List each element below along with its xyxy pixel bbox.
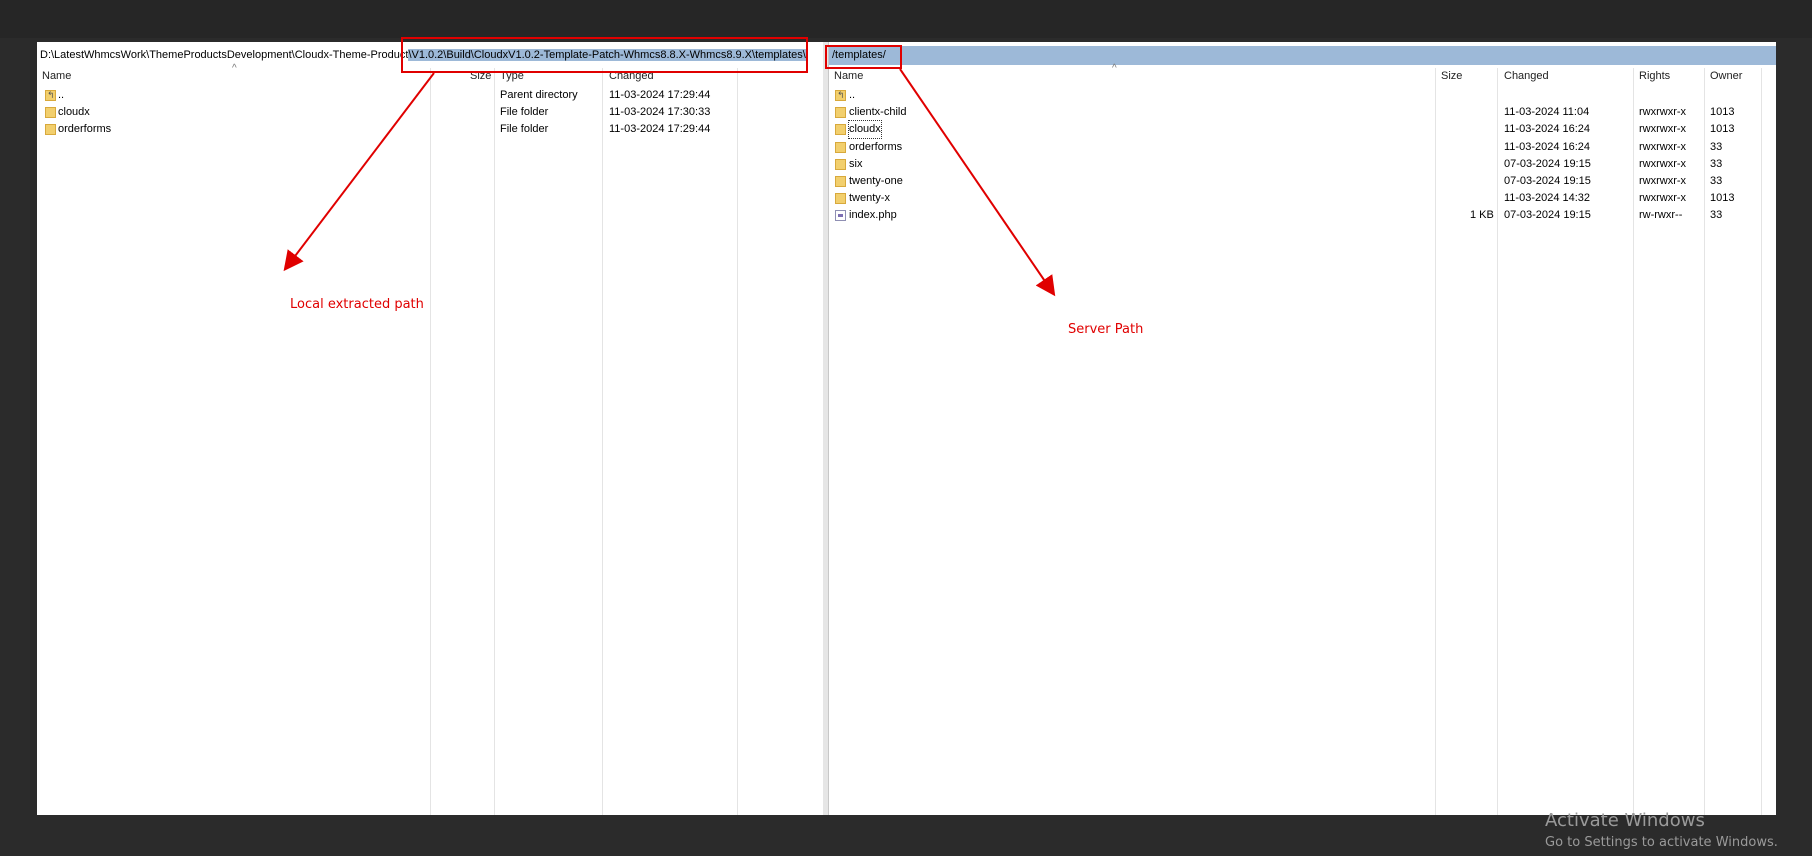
file-name: .. xyxy=(58,89,65,101)
folder-icon xyxy=(45,124,56,136)
list-item[interactable]: clientx-child 11-03-2024 11:04 rwxrwxr-x… xyxy=(829,104,1776,121)
remote-path-bar[interactable]: /templates/ xyxy=(829,46,1776,65)
file-transfer-window: D:\LatestWhmcsWork\ThemeProductsDevelopm… xyxy=(37,42,1776,815)
server-path-highlight-box xyxy=(825,45,902,69)
column-separator xyxy=(430,68,431,815)
file-owner: 1013 xyxy=(1710,106,1735,119)
file-changed: 11-03-2024 16:24 xyxy=(1504,123,1591,136)
file-name: cloudx xyxy=(58,106,90,119)
folder-icon xyxy=(835,175,846,187)
file-changed: 11-03-2024 16:24 xyxy=(1504,140,1591,153)
file-owner: 33 xyxy=(1710,140,1723,153)
file-name: index.php xyxy=(849,209,897,222)
local-panel: D:\LatestWhmcsWork\ThemeProductsDevelopm… xyxy=(37,42,824,815)
file-name: cloudx xyxy=(848,120,882,140)
column-size[interactable]: Size xyxy=(1441,68,1462,84)
parent-folder-icon xyxy=(835,87,846,104)
file-changed: 11-03-2024 14:32 xyxy=(1504,192,1591,205)
folder-icon xyxy=(835,158,846,170)
local-path-prefix: D:\LatestWhmcsWork\ThemeProductsDevelopm… xyxy=(40,49,409,61)
file-icon xyxy=(835,210,846,222)
column-separator xyxy=(737,68,738,815)
file-type: Parent directory xyxy=(500,89,578,101)
file-owner: 1013 xyxy=(1710,192,1735,205)
file-type: File folder xyxy=(500,106,549,119)
column-name[interactable]: Name xyxy=(834,68,863,84)
local-file-list: .. Parent directory 11-03-2024 17:29:44 … xyxy=(37,87,823,139)
list-item[interactable]: cloudx 11-03-2024 16:24 rwxrwxr-x 1013 xyxy=(829,120,1776,140)
activate-windows-watermark: Activate Windows Go to Settings to activ… xyxy=(1545,810,1778,850)
file-size: 1 KB xyxy=(1470,209,1494,222)
local-path-annotation: Local extracted path xyxy=(290,297,424,312)
column-separator xyxy=(494,68,495,815)
file-name: six xyxy=(849,157,863,170)
list-item[interactable]: twenty-x 11-03-2024 14:32 rwxrwxr-x 1013 xyxy=(829,190,1776,207)
list-item[interactable]: index.php 1 KB 07-03-2024 19:15 rw-rwxr-… xyxy=(829,207,1776,224)
list-item[interactable]: cloudx File folder 11-03-2024 17:30:33 xyxy=(37,104,823,121)
folder-icon xyxy=(835,107,846,119)
file-rights: rwxrwxr-x xyxy=(1639,140,1687,153)
file-changed: 11-03-2024 11:04 xyxy=(1504,106,1590,119)
file-changed: 11-03-2024 17:29:44 xyxy=(609,89,711,101)
column-separator xyxy=(602,68,603,815)
server-path-annotation: Server Path xyxy=(1068,322,1144,337)
file-type: File folder xyxy=(500,123,549,136)
file-rights: rwxrwxr-x xyxy=(1639,174,1687,187)
list-item[interactable]: twenty-one 07-03-2024 19:15 rwxrwxr-x 33 xyxy=(829,173,1776,190)
file-name: .. xyxy=(849,89,856,101)
watermark-title: Activate Windows xyxy=(1545,810,1705,831)
file-changed: 07-03-2024 19:15 xyxy=(1504,157,1591,170)
list-item[interactable]: six 07-03-2024 19:15 rwxrwxr-x 33 xyxy=(829,156,1776,173)
file-rights: rwxrwxr-x xyxy=(1639,123,1687,136)
folder-icon xyxy=(45,107,56,119)
file-owner: 33 xyxy=(1710,209,1723,222)
file-name: clientx-child xyxy=(849,106,907,119)
file-owner: 33 xyxy=(1710,157,1723,170)
top-toolbar-strip xyxy=(0,0,1812,38)
local-path-highlight-box xyxy=(401,37,808,73)
list-item[interactable]: orderforms File folder 11-03-2024 17:29:… xyxy=(37,121,823,138)
file-name: orderforms xyxy=(849,140,903,153)
file-rights: rwxrwxr-x xyxy=(1639,106,1687,119)
file-rights: rwxrwxr-x xyxy=(1639,157,1687,170)
file-rights: rw-rwxr-- xyxy=(1639,209,1683,222)
folder-icon xyxy=(835,193,846,205)
file-changed: 07-03-2024 19:15 xyxy=(1504,209,1591,222)
parent-folder-icon xyxy=(45,87,56,104)
file-rights: rwxrwxr-x xyxy=(1639,192,1687,205)
list-item[interactable]: .. xyxy=(829,87,1776,104)
file-changed: 11-03-2024 17:29:44 xyxy=(609,123,711,136)
file-owner: 33 xyxy=(1710,174,1723,187)
column-owner[interactable]: Owner xyxy=(1710,68,1742,84)
status-bar xyxy=(37,815,1775,821)
column-rights[interactable]: Rights xyxy=(1639,68,1670,84)
file-changed: 11-03-2024 17:30:33 xyxy=(609,106,711,119)
file-changed: 07-03-2024 19:15 xyxy=(1504,174,1591,187)
watermark-subtitle: Go to Settings to activate Windows. xyxy=(1545,835,1778,850)
column-name[interactable]: Name xyxy=(42,68,71,84)
folder-icon xyxy=(835,141,846,153)
list-item[interactable]: .. Parent directory 11-03-2024 17:29:44 xyxy=(37,87,823,104)
column-changed[interactable]: Changed xyxy=(1504,68,1549,84)
file-name: twenty-one xyxy=(849,174,903,187)
file-name: orderforms xyxy=(58,123,112,136)
folder-icon xyxy=(835,124,846,136)
list-item[interactable]: orderforms 11-03-2024 16:24 rwxrwxr-x 33 xyxy=(829,139,1776,156)
file-name: twenty-x xyxy=(849,192,890,205)
remote-file-list: .. clientx-child 11-03-2024 11:04 rwxrwx… xyxy=(829,87,1776,225)
remote-panel: /templates/ ^ Name Size Changed Rights O… xyxy=(828,42,1776,815)
file-owner: 1013 xyxy=(1710,123,1735,136)
